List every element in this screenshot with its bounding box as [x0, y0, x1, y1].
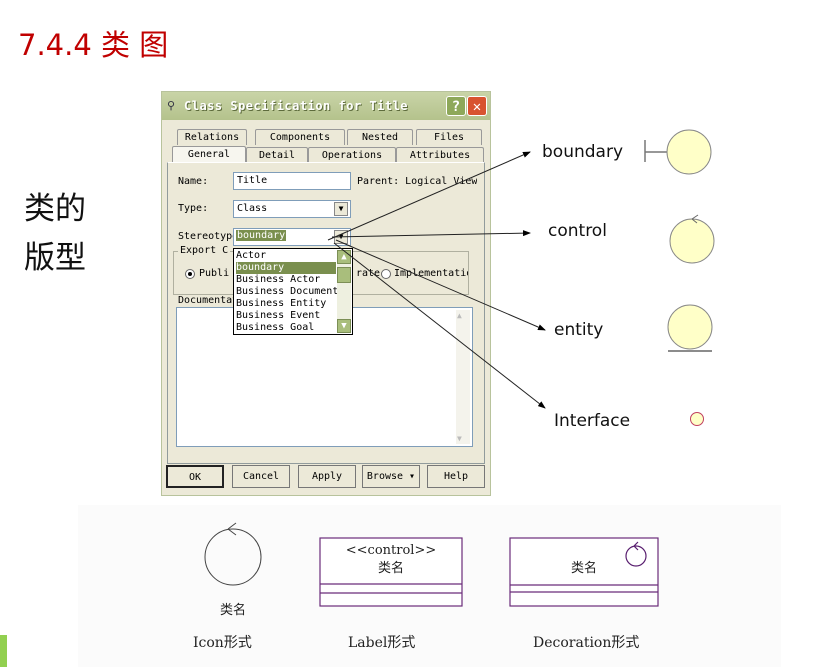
arrow-to-interface	[333, 242, 546, 409]
control-icon	[669, 214, 715, 264]
interface-icon	[690, 412, 704, 426]
label-form-caption: Label形式	[348, 635, 416, 651]
stereotype-icons	[644, 129, 715, 426]
stereotype-label-entity: entity	[554, 320, 604, 340]
label-form-class-name: 类名	[377, 561, 404, 576]
boundary-icon	[644, 129, 712, 175]
arrow-to-entity	[335, 239, 546, 331]
arrow-to-boundary	[327, 151, 531, 241]
accent-bar	[0, 635, 7, 667]
icon-form-class-name: 类名	[220, 603, 247, 618]
decoration-form-caption: Decoration形式	[533, 635, 640, 651]
arrow-to-control	[331, 230, 531, 238]
stereotype-label-control: control	[548, 221, 607, 241]
icon-form-caption: Icon形式	[193, 635, 252, 651]
stereotype-forms-diagram	[204, 522, 659, 607]
stereotype-label-interface: Interface	[554, 411, 631, 431]
label-form-stereotype: <<control>>	[345, 543, 437, 558]
stereotype-label-boundary: boundary	[542, 142, 623, 162]
icon-form-control-icon	[204, 522, 262, 586]
decoration-form-class-name: 类名	[570, 561, 597, 576]
entity-icon	[667, 304, 713, 352]
